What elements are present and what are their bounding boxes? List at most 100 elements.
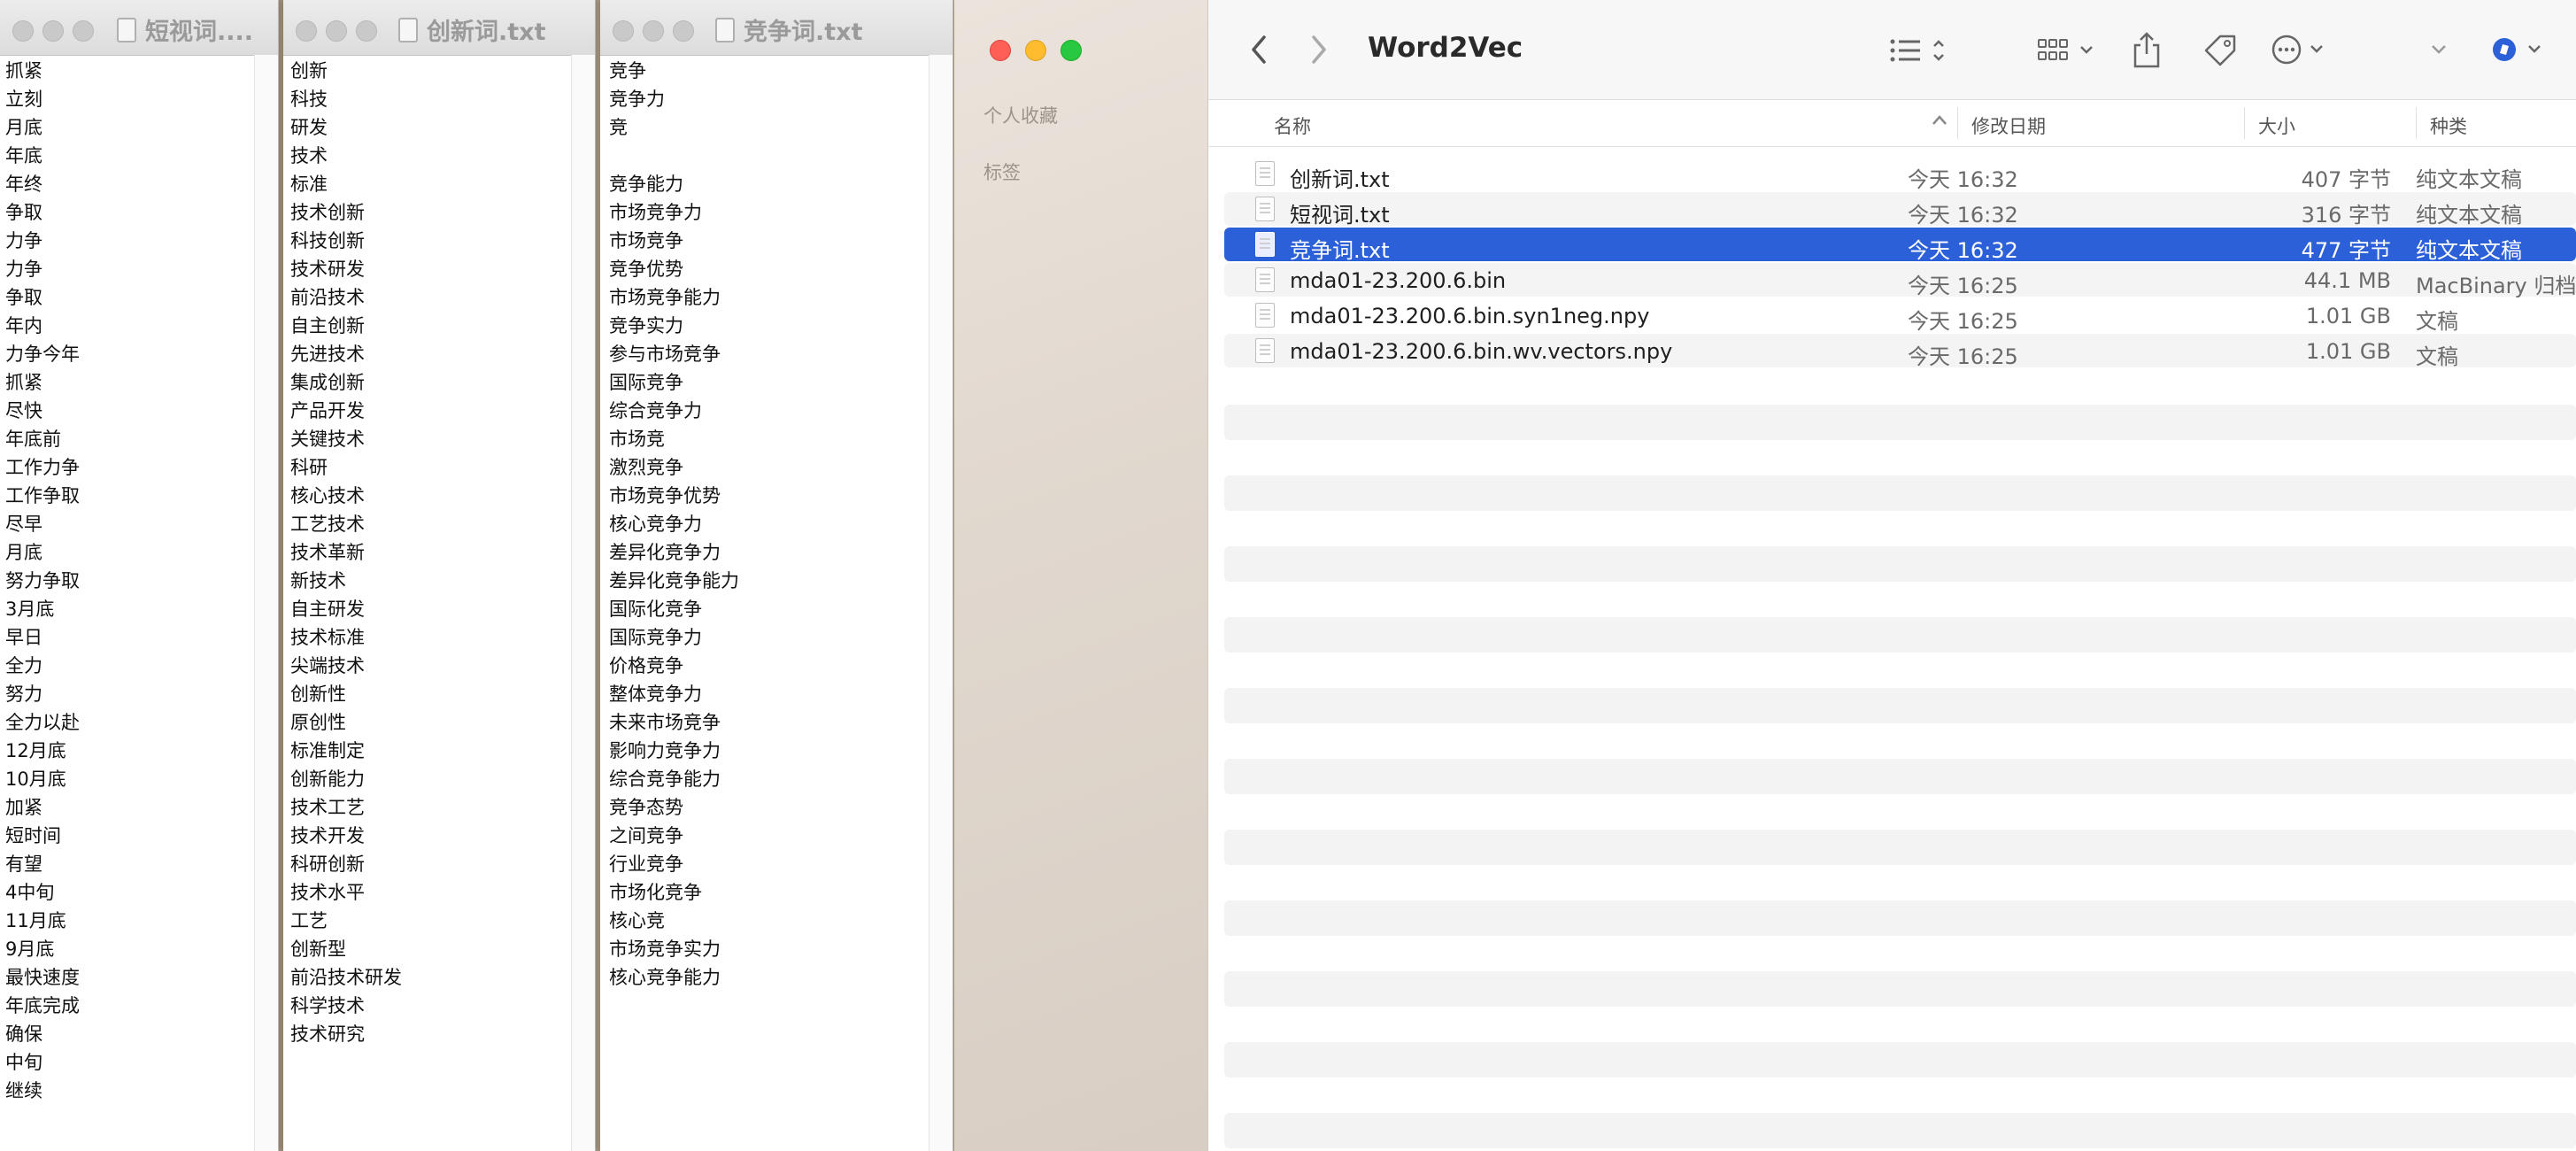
- back-button[interactable]: [1246, 32, 1272, 67]
- column-date[interactable]: 修改日期: [1971, 112, 2046, 139]
- scrollbar[interactable]: [929, 55, 953, 1151]
- text-window-innovation[interactable]: 创新词.txt 创新 科技 研发 技术 标准 技术创新 科技创新 技术研发 前沿技术 自主创新 先进…: [283, 0, 596, 1151]
- scrollbar[interactable]: [571, 55, 595, 1151]
- share-icon: [2133, 32, 2160, 68]
- title-bar[interactable]: 短视词....: [0, 0, 278, 56]
- text-line: 3月底: [5, 599, 55, 620]
- text-line: 尽快: [5, 400, 42, 421]
- text-line: 市场竞争实力: [609, 939, 721, 960]
- empty-row: [1224, 830, 2576, 865]
- empty-row: [1224, 475, 2576, 511]
- title-bar[interactable]: 竞争词.txt: [600, 0, 953, 56]
- text-content[interactable]: 竞争 竞争力竞竞争能力 市场竞争力 市场竞争 竞争优势 市场竞争能力 竞争实力 参与市场竞争国…: [609, 57, 739, 992]
- close-button[interactable]: [12, 20, 34, 42]
- text-content[interactable]: 抓紧 立刻 月底 年底 年终 争取 力争 力争 争取 年内 力争今年 抓紧 尽快 年底前 工作力争 工作争取尽…: [5, 57, 80, 1105]
- empty-row: [1224, 405, 2576, 440]
- sidebar-favorites-heading[interactable]: 个人收藏: [983, 102, 1058, 128]
- text-line: 技术标准: [290, 627, 365, 648]
- document-icon: [117, 17, 136, 42]
- text-line: 影响力竞争力: [609, 740, 721, 761]
- file-kind: 纯文本文稿: [2416, 238, 2522, 263]
- sidebar-tags-heading[interactable]: 标签: [983, 158, 1021, 185]
- minimize-button[interactable]: [1025, 40, 1046, 61]
- file-name: 竞争词.txt: [1290, 238, 1390, 263]
- file-date: 今天 16:25: [1908, 309, 2018, 334]
- text-line: 国际竞争力: [609, 627, 702, 648]
- text-line: 月底: [5, 542, 42, 563]
- text-line: 之间竞争: [609, 825, 683, 846]
- zoom-button[interactable]: [673, 20, 694, 42]
- finder-main: Word2Vec 名称 修改日期 大小 种类 创新词.txt 今天 16:32 …: [1208, 0, 2576, 1151]
- action-button[interactable]: [2271, 32, 2336, 67]
- text-line: 全力: [5, 655, 42, 676]
- document-icon: [715, 17, 735, 42]
- view-options-button[interactable]: [1888, 34, 1955, 67]
- text-line: 新技术: [290, 570, 346, 591]
- text-line: 先进技术: [290, 344, 365, 365]
- text-line: 加紧: [5, 797, 42, 818]
- empty-row: [1224, 1113, 2576, 1148]
- file-size: 316 字节: [2301, 203, 2391, 228]
- text-line: 技术研究: [290, 1024, 365, 1045]
- scrollbar[interactable]: [254, 55, 278, 1151]
- finder-window[interactable]: 个人收藏 标签 Word2Vec 名称 修改日期 大小 种类 创新词.txt 今…: [954, 0, 2576, 1151]
- empty-row: [1224, 617, 2576, 653]
- text-window-competition[interactable]: 竞争词.txt 竞争 竞争力竞竞争能力 市场竞争力 市场竞争 竞争优势 市场竞争能力 竞争实…: [600, 0, 953, 1151]
- text-line: 年终: [5, 174, 42, 195]
- text-line: 市场竞争优势: [609, 485, 721, 506]
- text-line: 价格竞争: [609, 655, 683, 676]
- text-line: 创新: [290, 60, 328, 81]
- text-line: 争取: [5, 287, 42, 308]
- text-line: 科技创新: [290, 230, 365, 251]
- text-line: 抓紧: [5, 372, 42, 393]
- title-bar[interactable]: 创新词.txt: [283, 0, 595, 56]
- text-line: 努力争取: [5, 570, 80, 591]
- zoom-button[interactable]: [356, 20, 377, 42]
- column-name[interactable]: 名称: [1274, 112, 1311, 139]
- text-line: 核心竞: [609, 910, 665, 931]
- file-row[interactable]: mda01-23.200.6.bin 今天 16:25 44.1 MB MacBina…: [1224, 263, 2576, 298]
- text-line: 标准: [290, 174, 328, 195]
- column-kind[interactable]: 种类: [2430, 112, 2467, 139]
- empty-row: [1224, 900, 2576, 936]
- text-line: 创新性: [290, 684, 346, 705]
- text-line: 努力: [5, 684, 42, 705]
- text-line: 集成创新: [290, 372, 365, 393]
- text-line: 9月底: [5, 939, 55, 960]
- share-button[interactable]: [2129, 30, 2164, 69]
- text-content[interactable]: 创新 科技 研发 技术 标准 技术创新 科技创新 技术研发 前沿技术 自主创新 先进技术 集成创新 产品…: [290, 57, 402, 1048]
- zoom-button[interactable]: [73, 20, 94, 42]
- file-row[interactable]: 短视词.txt 今天 16:32 316 字节 纯文本文稿: [1224, 192, 2576, 228]
- text-line: 竞争能力: [609, 174, 683, 195]
- document-icon: [1255, 267, 1275, 292]
- file-row[interactable]: mda01-23.200.6.bin.syn1neg.npy 今天 16:25 1.…: [1224, 298, 2576, 334]
- text-line: 科研创新: [290, 854, 365, 875]
- sort-ascending-icon[interactable]: [1931, 109, 1948, 136]
- forward-button[interactable]: [1306, 32, 1332, 67]
- minimize-button[interactable]: [42, 20, 64, 42]
- close-button[interactable]: [990, 40, 1011, 61]
- text-line: 力争: [5, 230, 42, 251]
- chevron-right-icon: [1312, 35, 1326, 64]
- text-line: 年底前: [5, 429, 61, 450]
- file-row[interactable]: 竞争词.txt 今天 16:32 477 字节 纯文本文稿: [1224, 228, 2576, 263]
- chevron-left-icon: [1252, 35, 1266, 64]
- text-window-short-sighted[interactable]: 短视词.... 抓紧 立刻 月底 年底 年终 争取 力争 力争 争取 年内 力争今年 抓紧 尽快 年底前工…: [0, 0, 279, 1151]
- file-size: 407 字节: [2301, 167, 2391, 192]
- text-line: 有望: [5, 854, 42, 875]
- close-button[interactable]: [296, 20, 317, 42]
- column-size[interactable]: 大小: [2258, 112, 2295, 139]
- close-button[interactable]: [613, 20, 634, 42]
- text-line: 技术工艺: [290, 797, 365, 818]
- zoom-button[interactable]: [1060, 40, 1082, 61]
- dropdown-chevron[interactable]: [2428, 39, 2449, 60]
- minimize-button[interactable]: [643, 20, 664, 42]
- file-row[interactable]: 创新词.txt 今天 16:32 407 字节 纯文本文稿: [1224, 157, 2576, 192]
- empty-row: [1224, 971, 2576, 1007]
- group-button[interactable]: [2037, 34, 2104, 67]
- tag-button[interactable]: [2202, 32, 2239, 69]
- file-row[interactable]: mda01-23.200.6.bin.wv.vectors.npy 今天 16:2…: [1224, 334, 2576, 369]
- file-name: mda01-23.200.6.bin: [1290, 268, 1507, 293]
- extension-button[interactable]: [2490, 32, 2552, 67]
- minimize-button[interactable]: [326, 20, 347, 42]
